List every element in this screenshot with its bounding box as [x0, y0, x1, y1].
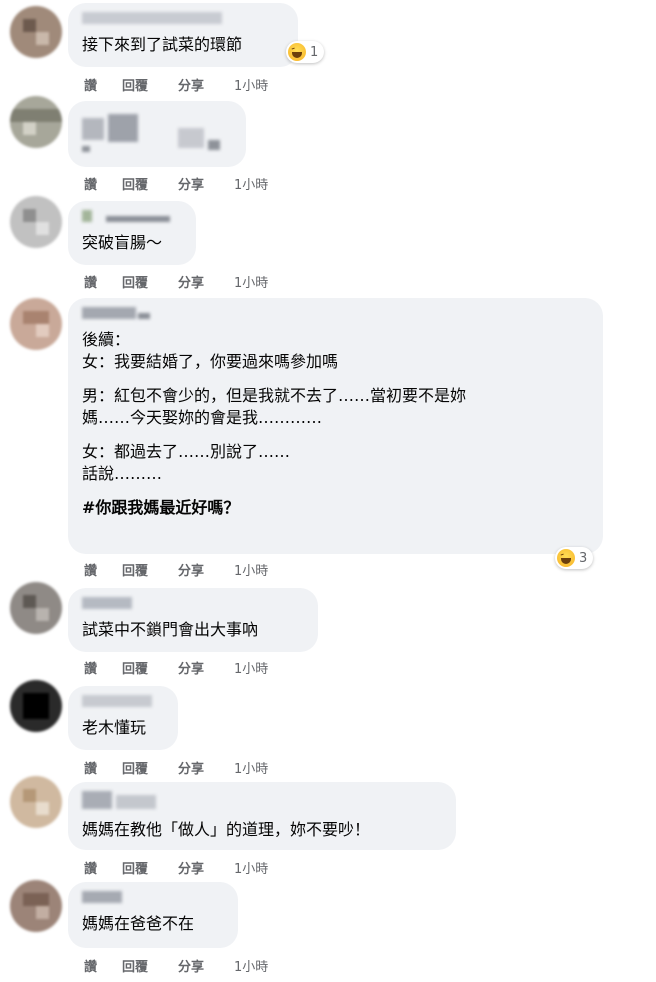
comment-bubble: 突破盲腸～ — [68, 201, 196, 265]
avatar[interactable] — [10, 96, 62, 148]
share-button[interactable]: 分享 — [178, 75, 234, 94]
share-button[interactable]: 分享 — [178, 272, 234, 291]
avatar[interactable] — [10, 298, 62, 350]
comment-actions: 讚 回覆 分享 1小時 — [84, 758, 294, 777]
reply-button[interactable]: 回覆 — [122, 75, 178, 94]
reply-button[interactable]: 回覆 — [122, 560, 178, 579]
timestamp[interactable]: 1小時 — [234, 174, 294, 193]
like-button[interactable]: 讚 — [84, 272, 122, 291]
comment-actions: 讚 回覆 分享 1小時 — [84, 174, 294, 193]
comment-actions: 讚 回覆 分享 1小時 — [84, 956, 294, 975]
share-button[interactable]: 分享 — [178, 758, 234, 777]
comment-actions: 讚 回覆 分享 1小時 — [84, 858, 294, 877]
comment-bubble: 媽媽在教他「做人」的道理，妳不要吵！ — [68, 782, 456, 850]
like-button[interactable]: 讚 — [84, 174, 122, 193]
reaction-badge[interactable]: 3 — [555, 547, 594, 569]
avatar[interactable] — [10, 880, 62, 932]
comment-text: 媽媽在教他「做人」的道理，妳不要吵！ — [82, 820, 371, 839]
comment-text: 後續： — [82, 330, 131, 349]
reaction-count: 3 — [579, 550, 588, 566]
haha-emoji-icon — [557, 549, 575, 567]
like-button[interactable]: 讚 — [84, 658, 122, 677]
paragraph: #你跟我媽最近好嗎？ — [82, 497, 589, 519]
author-name[interactable] — [82, 307, 589, 321]
author-name[interactable] — [82, 891, 224, 905]
comment-text: 試菜中不鎖門會出大事吶 — [82, 620, 259, 639]
reaction-badge[interactable]: 1 — [286, 41, 325, 63]
share-button[interactable]: 分享 — [178, 858, 234, 877]
comment-bubble: 媽媽在爸爸不在 — [68, 882, 238, 948]
reply-button[interactable]: 回覆 — [122, 658, 178, 677]
author-name[interactable] — [82, 695, 164, 709]
paragraph: 後續： 女：我要結婚了，你要過來嗎參加嗎 — [82, 329, 589, 373]
timestamp[interactable]: 1小時 — [234, 658, 294, 677]
comment-text: 老木懂玩 — [82, 718, 147, 737]
share-button[interactable]: 分享 — [178, 658, 234, 677]
avatar[interactable] — [10, 6, 62, 58]
author-name[interactable] — [82, 110, 232, 152]
comment-bubble: 接下來到了試菜的環節 — [68, 3, 298, 67]
avatar[interactable] — [10, 196, 62, 248]
like-button[interactable]: 讚 — [84, 75, 122, 94]
paragraph: 女：都過去了……別說了…… 話說……… — [82, 441, 589, 485]
share-button[interactable]: 分享 — [178, 174, 234, 193]
author-name[interactable] — [82, 12, 284, 26]
paragraph: 男：紅包不會少的，但是我就不去了……當初要不是妳 媽……今天娶妳的會是我………… — [82, 385, 589, 429]
comment-text: 女：都過去了……別說了…… — [82, 442, 291, 461]
reply-button[interactable]: 回覆 — [122, 956, 178, 975]
like-button[interactable]: 讚 — [84, 560, 122, 579]
comment-bubble: 後續： 女：我要結婚了，你要過來嗎參加嗎 男：紅包不會少的，但是我就不去了……當… — [68, 298, 603, 554]
like-button[interactable]: 讚 — [84, 956, 122, 975]
avatar[interactable] — [10, 776, 62, 828]
comment-bubble: 試菜中不鎖門會出大事吶 — [68, 588, 318, 652]
like-button[interactable]: 讚 — [84, 758, 122, 777]
reply-button[interactable]: 回覆 — [122, 758, 178, 777]
timestamp[interactable]: 1小時 — [234, 956, 294, 975]
comment-text: 男：紅包不會少的，但是我就不去了……當初要不是妳 — [82, 386, 467, 405]
share-button[interactable]: 分享 — [178, 956, 234, 975]
author-name[interactable] — [82, 791, 442, 811]
comment-actions: 讚 回覆 分享 1小時 — [84, 560, 294, 579]
timestamp[interactable]: 1小時 — [234, 560, 294, 579]
avatar[interactable] — [10, 680, 62, 732]
comment-actions: 讚 回覆 分享 1小時 — [84, 75, 294, 94]
comment-text: 媽……今天娶妳的會是我………… — [82, 408, 323, 427]
comment-bubble — [68, 101, 246, 167]
reply-button[interactable]: 回覆 — [122, 272, 178, 291]
comment-bubble: 老木懂玩 — [68, 686, 178, 750]
hashtag-text[interactable]: #你跟我媽最近好嗎？ — [82, 497, 589, 519]
comment-text: 女：我要結婚了，你要過來嗎參加嗎 — [82, 352, 339, 371]
comment-text: 接下來到了試菜的環節 — [82, 35, 243, 54]
comment-text: 突破盲腸～ — [82, 233, 163, 252]
author-name[interactable] — [82, 210, 182, 224]
share-button[interactable]: 分享 — [178, 560, 234, 579]
timestamp[interactable]: 1小時 — [234, 75, 294, 94]
reply-button[interactable]: 回覆 — [122, 858, 178, 877]
reply-button[interactable]: 回覆 — [122, 174, 178, 193]
timestamp[interactable]: 1小時 — [234, 758, 294, 777]
author-name[interactable] — [82, 597, 304, 611]
comment-text: 話說……… — [82, 464, 163, 483]
like-button[interactable]: 讚 — [84, 858, 122, 877]
reaction-count: 1 — [310, 44, 319, 60]
haha-emoji-icon — [288, 43, 306, 61]
comment-actions: 讚 回覆 分享 1小時 — [84, 658, 294, 677]
comment-text: 媽媽在爸爸不在 — [82, 914, 195, 933]
timestamp[interactable]: 1小時 — [234, 272, 294, 291]
avatar[interactable] — [10, 582, 62, 634]
comment-actions: 讚 回覆 分享 1小時 — [84, 272, 294, 291]
timestamp[interactable]: 1小時 — [234, 858, 294, 877]
